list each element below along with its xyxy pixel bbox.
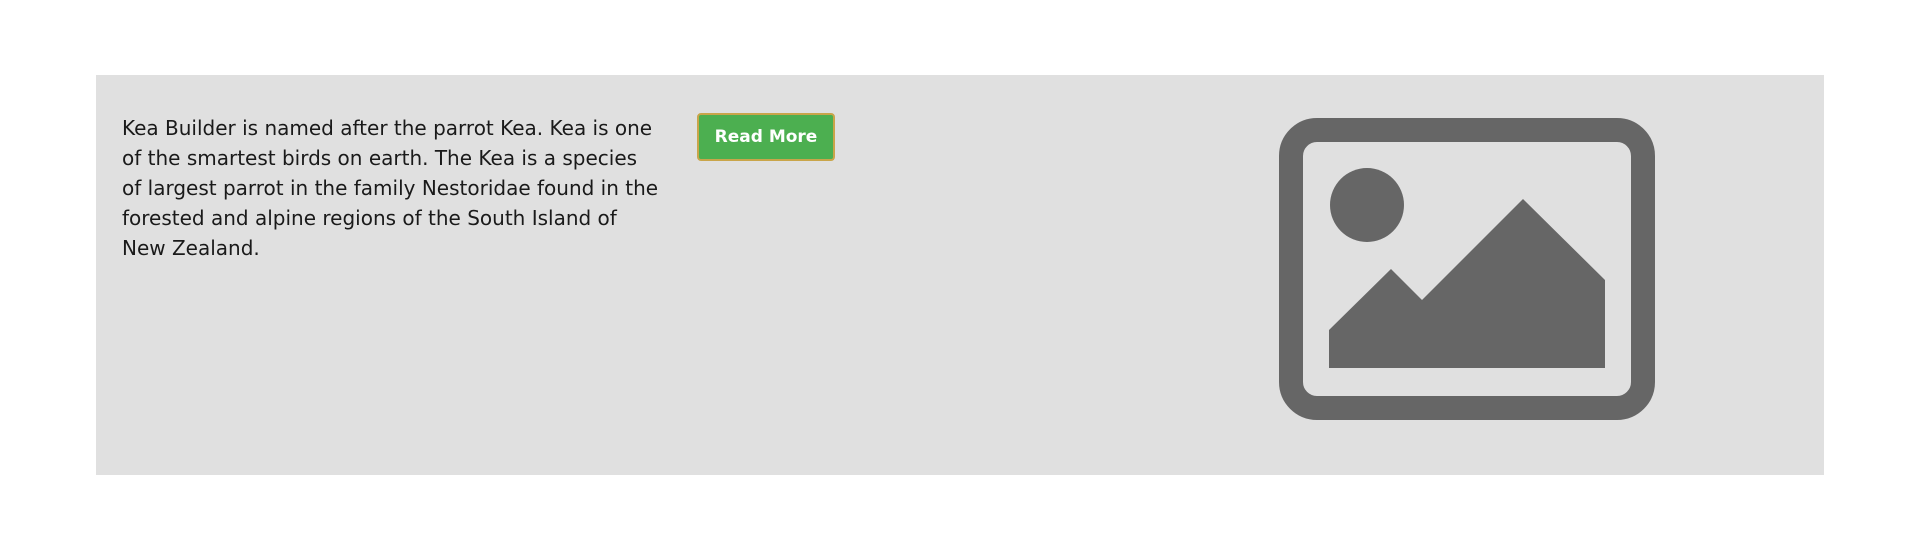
read-more-button[interactable]: Read More (697, 113, 835, 161)
image-placeholder-icon (1279, 118, 1655, 420)
description-text: Kea Builder is named after the parrot Ke… (122, 116, 659, 260)
content-panel: Kea Builder is named after the parrot Ke… (96, 75, 1824, 475)
page: Kea Builder is named after the parrot Ke… (0, 0, 1920, 550)
